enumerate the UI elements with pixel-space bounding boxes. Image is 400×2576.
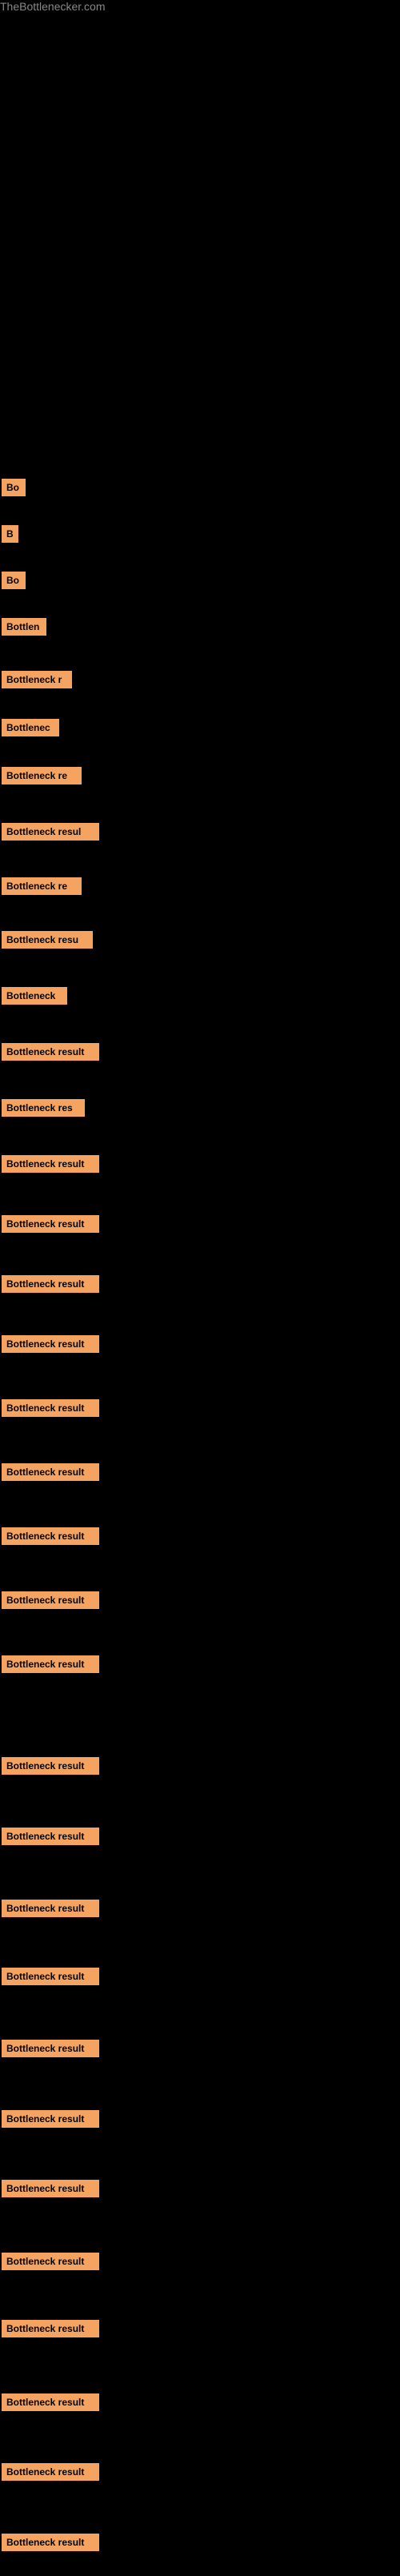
result-row: Bottleneck resul [2, 823, 99, 841]
result-row: Bottleneck re [2, 877, 82, 895]
result-label[interactable]: Bottleneck result [2, 2040, 99, 2057]
result-row: Bottleneck result [2, 2110, 99, 2128]
result-label[interactable]: Bottleneck resu [2, 931, 93, 949]
result-row: Bottleneck result [2, 1275, 99, 1293]
result-row: Bottleneck res [2, 1099, 85, 1117]
result-label[interactable]: Bottleneck result [2, 1527, 99, 1545]
result-label[interactable]: Bottleneck result [2, 2534, 99, 2551]
result-label[interactable]: Bottleneck result [2, 1463, 99, 1481]
result-row: Bottleneck result [2, 1043, 99, 1061]
result-row: Bottleneck result [2, 1527, 99, 1545]
result-row: Bottleneck [2, 987, 67, 1005]
result-label[interactable]: Bottleneck [2, 987, 67, 1005]
result-label[interactable]: Bo [2, 572, 26, 589]
result-label[interactable]: Bottleneck result [2, 2463, 99, 2481]
result-row: Bottleneck result [2, 1155, 99, 1173]
result-row: Bottleneck result [2, 2180, 99, 2197]
result-label[interactable]: Bottleneck result [2, 1757, 99, 1775]
result-label[interactable]: Bottleneck re [2, 877, 82, 895]
result-label[interactable]: Bottleneck result [2, 2393, 99, 2411]
result-label[interactable]: Bottleneck result [2, 1591, 99, 1609]
result-label[interactable]: Bottleneck result [2, 2110, 99, 2128]
result-label[interactable]: Bottleneck res [2, 1099, 85, 1117]
result-row: Bottleneck result [2, 2534, 99, 2551]
result-label[interactable]: Bottleneck result [2, 1655, 99, 1673]
result-row: Bottleneck r [2, 671, 72, 688]
result-row: Bottleneck result [2, 1828, 99, 1845]
result-label[interactable]: Bottleneck resul [2, 823, 99, 841]
result-row: Bo [2, 479, 26, 496]
result-row: Bottleneck result [2, 2320, 99, 2337]
result-row: Bottleneck result [2, 2463, 99, 2481]
result-label[interactable]: Bo [2, 479, 26, 496]
result-row: Bo [2, 572, 26, 589]
result-row: Bottleneck result [2, 1399, 99, 1417]
result-row: Bottleneck result [2, 1463, 99, 1481]
result-row: Bottleneck result [2, 2253, 99, 2270]
result-label[interactable]: Bottleneck result [2, 1275, 99, 1293]
result-row: Bottleneck result [2, 2040, 99, 2057]
result-label[interactable]: Bottleneck r [2, 671, 72, 688]
result-row: B [2, 525, 18, 543]
result-label[interactable]: Bottleneck result [2, 1828, 99, 1845]
result-row: Bottleneck resu [2, 931, 93, 949]
result-label[interactable]: Bottleneck re [2, 767, 82, 784]
result-label[interactable]: Bottleneck result [2, 1215, 99, 1233]
result-label[interactable]: Bottleneck result [2, 1155, 99, 1173]
result-label[interactable]: B [2, 525, 18, 543]
result-label[interactable]: Bottlen [2, 618, 46, 636]
result-row: Bottleneck result [2, 1591, 99, 1609]
result-row: Bottleneck result [2, 1968, 99, 1985]
result-label[interactable]: Bottleneck result [2, 1043, 99, 1061]
result-label[interactable]: Bottleneck result [2, 1335, 99, 1353]
result-row: Bottleneck result [2, 1900, 99, 1917]
result-row: Bottleneck re [2, 767, 82, 784]
result-label[interactable]: Bottleneck result [2, 2180, 99, 2197]
result-row: Bottlenec [2, 719, 59, 736]
result-row: Bottleneck result [2, 2393, 99, 2411]
result-row: Bottleneck result [2, 1215, 99, 1233]
result-label[interactable]: Bottlenec [2, 719, 59, 736]
site-title-bar: TheBottlenecker.com [0, 0, 400, 14]
result-row: Bottleneck result [2, 1757, 99, 1775]
result-row: Bottleneck result [2, 1335, 99, 1353]
result-row: Bottlen [2, 618, 46, 636]
result-label[interactable]: Bottleneck result [2, 1399, 99, 1417]
result-row: Bottleneck result [2, 1655, 99, 1673]
result-label[interactable]: Bottleneck result [2, 2253, 99, 2270]
site-title: TheBottlenecker.com [0, 0, 106, 16]
result-label[interactable]: Bottleneck result [2, 2320, 99, 2337]
result-label[interactable]: Bottleneck result [2, 1900, 99, 1917]
result-label[interactable]: Bottleneck result [2, 1968, 99, 1985]
